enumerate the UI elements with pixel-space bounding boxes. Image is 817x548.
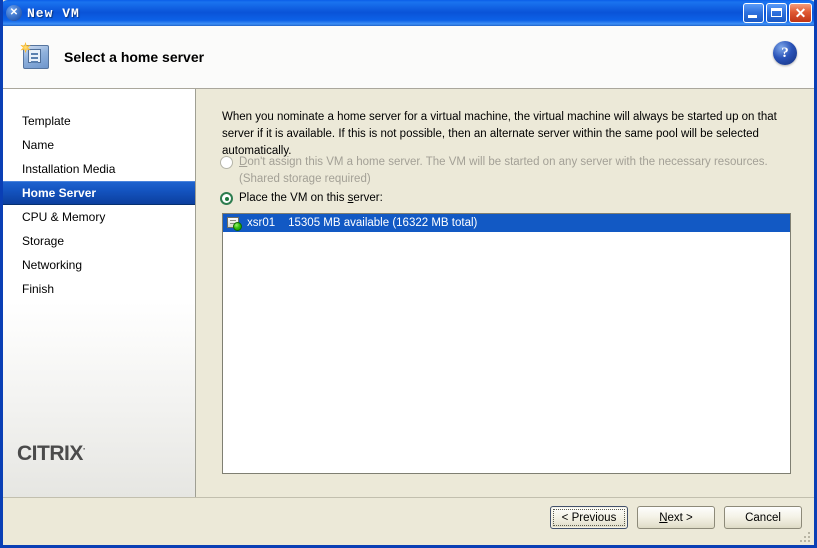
citrix-logo-text: CITRIX (17, 442, 83, 465)
minimize-icon (748, 15, 757, 18)
radio-place-on-server-text-post: erver: (353, 192, 383, 204)
new-vm-dialog: ✕ New VM ✕ Select a home server ? Templa… (0, 0, 817, 548)
sidebar-item-cpu-memory[interactable]: CPU & Memory (3, 205, 195, 229)
sidebar-item-name[interactable]: Name (3, 133, 195, 157)
maximize-button[interactable] (766, 3, 787, 23)
sidebar-item-home-server[interactable]: Home Server (3, 181, 195, 205)
title-bar[interactable]: ✕ New VM ✕ (3, 0, 814, 26)
cancel-button-label: Cancel (745, 511, 781, 524)
radio-no-home-server[interactable]: Don't assign this VM a home server. The … (220, 155, 768, 170)
dialog-header: Select a home server ? (3, 26, 814, 89)
radio-place-on-server-indicator[interactable] (220, 192, 233, 205)
main-panel: When you nominate a home server for a vi… (196, 89, 814, 498)
table-row[interactable]: xsr01 15305 MB available (16322 MB total… (223, 214, 790, 232)
citrix-logo-mark: · (82, 444, 86, 454)
help-question-icon[interactable]: ? (773, 41, 797, 65)
radio-place-on-server[interactable]: Place the VM on this server: (220, 191, 383, 206)
sidebar-item-template[interactable]: Template (3, 109, 195, 133)
server-memory: 15305 MB available (16322 MB total) (288, 217, 478, 229)
dialog-footer: < Previous Next > Cancel (3, 497, 814, 545)
sidebar-item-finish[interactable]: Finish (3, 277, 195, 301)
next-button-label: Next > (659, 512, 693, 524)
wizard-steps: Template Name Installation Media Home Se… (3, 109, 195, 301)
close-x-circle-icon[interactable]: ✕ (6, 5, 22, 21)
radio-no-home-server-text: on't assign this VM a home server. The V… (247, 156, 768, 168)
resize-grip[interactable] (798, 530, 810, 542)
close-icon: ✕ (794, 5, 807, 21)
next-button-accel: N (659, 511, 668, 524)
footer-button-group: < Previous Next > Cancel (550, 506, 802, 529)
radio-no-home-server-sublabel: (Shared storage required) (239, 173, 371, 185)
next-button-text: ext > (667, 511, 693, 524)
new-vm-icon (20, 42, 52, 72)
server-name: xsr01 (247, 217, 276, 229)
sidebar-item-storage[interactable]: Storage (3, 229, 195, 253)
close-button[interactable]: ✕ (789, 3, 812, 23)
radio-place-on-server-text-pre: Place the VM on this (239, 192, 348, 204)
sidebar-item-installation-media[interactable]: Installation Media (3, 157, 195, 181)
sidebar-item-networking[interactable]: Networking (3, 253, 195, 277)
citrix-logo: CITRIX· (17, 442, 86, 466)
description-text: When you nominate a home server for a vi… (222, 111, 777, 157)
window-title: New VM (27, 5, 80, 21)
radio-place-on-server-label: Place the VM on this server: (239, 191, 383, 206)
next-button[interactable]: Next > (637, 506, 715, 529)
server-list[interactable]: xsr01 15305 MB available (16322 MB total… (222, 213, 791, 474)
wizard-step-sidebar: Template Name Installation Media Home Se… (3, 89, 196, 498)
cancel-button[interactable]: Cancel (724, 506, 802, 529)
radio-no-home-server-label: Don't assign this VM a home server. The … (239, 155, 768, 170)
minimize-button[interactable] (743, 3, 764, 23)
window-controls: ✕ (743, 3, 812, 23)
server-online-icon (227, 216, 242, 231)
previous-button[interactable]: < Previous (550, 506, 628, 529)
page-title: Select a home server (64, 49, 205, 65)
maximize-icon (771, 8, 782, 17)
radio-no-home-server-indicator[interactable] (220, 156, 233, 169)
